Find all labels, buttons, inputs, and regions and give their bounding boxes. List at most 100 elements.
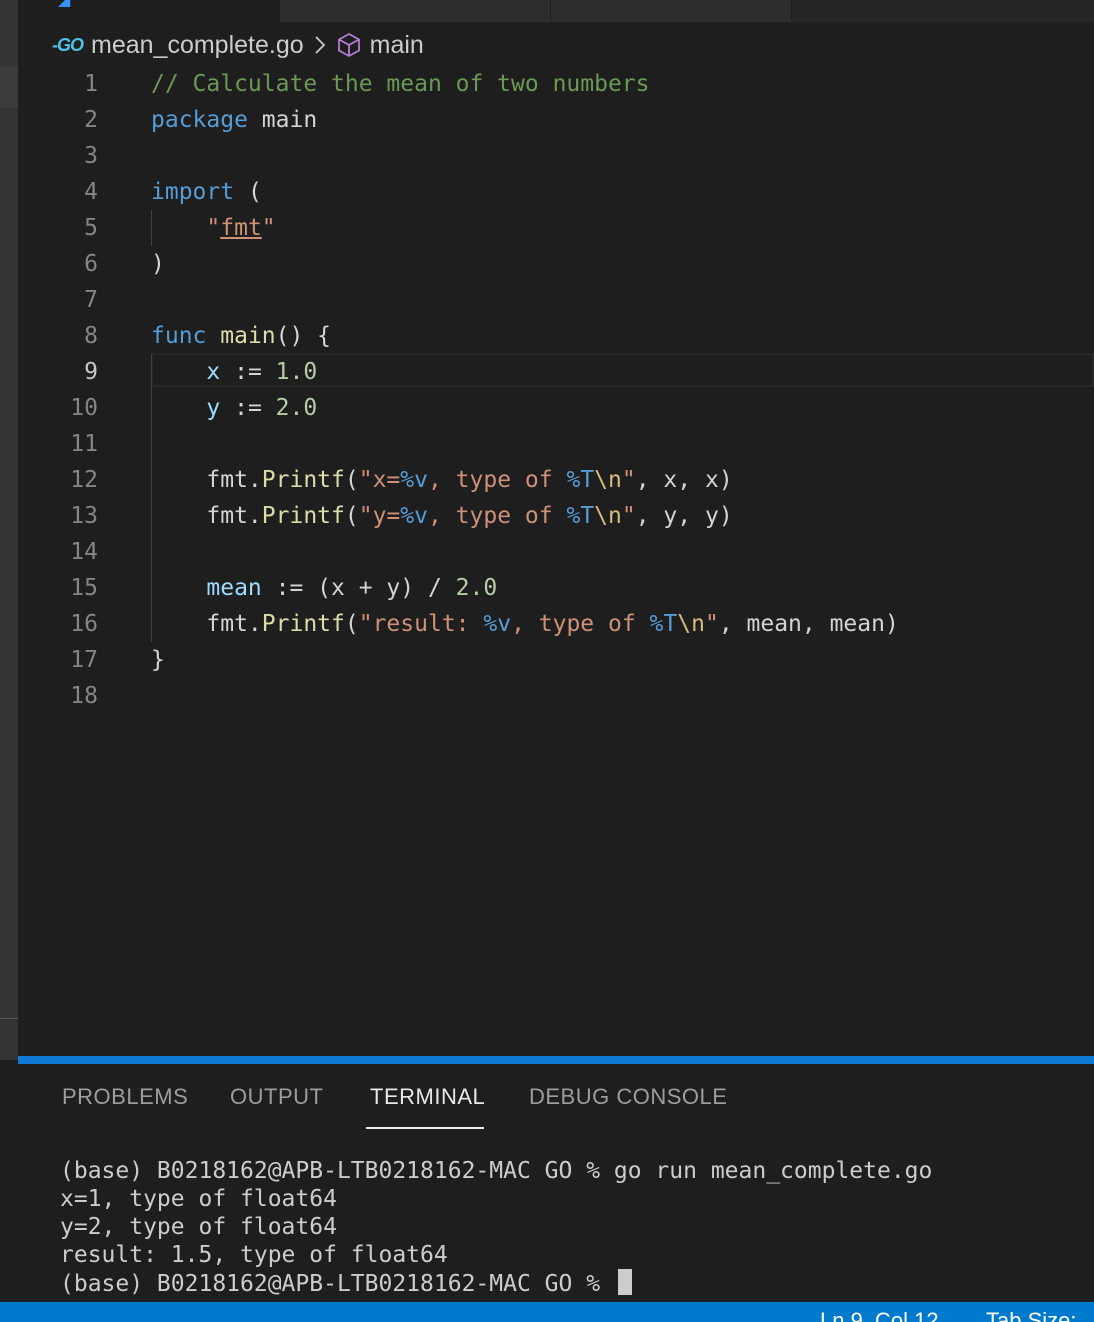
- code-token: :=: [220, 395, 276, 421]
- tab-problems[interactable]: PROBLEMS: [62, 1084, 188, 1110]
- code-token: ": [206, 215, 221, 241]
- terminal-line: result: 1.5, type of float64: [60, 1242, 448, 1268]
- code-token: mean: [206, 575, 262, 601]
- code-token: y: [206, 395, 221, 421]
- code-token: , y, y): [635, 503, 733, 529]
- code-token: fmt.: [206, 611, 262, 637]
- line-number: 17: [70, 647, 98, 673]
- cube-icon: [336, 32, 362, 58]
- code-token: }: [151, 647, 165, 673]
- code-token: Printf: [261, 611, 345, 637]
- code-line: 10 y := 2.0: [18, 390, 1094, 426]
- tab-debug-console[interactable]: DEBUG CONSOLE: [529, 1084, 727, 1110]
- code-token: "y=: [358, 503, 401, 529]
- activity-divider: [0, 1018, 18, 1019]
- breadcrumb: -GO mean_complete.go main: [52, 29, 424, 61]
- code-token: , type of: [427, 467, 567, 493]
- go-file-icon: -GO: [52, 34, 84, 55]
- editor-tab-2[interactable]: [280, 0, 551, 22]
- code-token: %T: [566, 503, 595, 529]
- line-number: 15: [70, 575, 98, 601]
- line-number: 3: [84, 143, 98, 169]
- tab-terminal[interactable]: TERMINAL: [370, 1084, 485, 1110]
- code-token: , x, x): [635, 467, 733, 493]
- active-tab-indicator: [366, 1127, 484, 1129]
- terminal-cursor: [617, 1269, 632, 1295]
- code-token: %T: [566, 467, 595, 493]
- code-line: 17 }: [18, 642, 1094, 678]
- line-number: 8: [84, 323, 98, 349]
- line-number: 9: [84, 359, 98, 385]
- code-token: ": [621, 503, 636, 529]
- code-line: 9 x := 1.0: [18, 354, 1094, 390]
- code-token: fmt: [220, 215, 262, 241]
- code-token: ": [261, 215, 276, 241]
- line-number: 11: [70, 431, 98, 457]
- code-token: \n: [594, 503, 622, 529]
- code-token: (: [344, 503, 359, 529]
- code-token: import: [151, 179, 235, 205]
- code-token: %v: [400, 503, 428, 529]
- line-number: 12: [70, 467, 98, 493]
- code-editor[interactable]: 1 // Calculate the mean of two numbers 2…: [18, 66, 1094, 1056]
- line-number: 13: [70, 503, 98, 529]
- activity-bar: [0, 0, 18, 1060]
- panel-sash[interactable]: [18, 1056, 1094, 1064]
- code-line: 11: [18, 426, 1094, 462]
- code-token: package: [151, 107, 248, 133]
- editor-tab-3[interactable]: [551, 0, 792, 22]
- code-token: \n: [594, 467, 622, 493]
- code-token: (: [344, 611, 359, 637]
- status-tab-size[interactable]: Tab Size:: [986, 1308, 1077, 1322]
- code-line: 4 import (: [18, 174, 1094, 210]
- line-number: 2: [84, 107, 98, 133]
- code-token: %v: [483, 611, 512, 637]
- tab-output[interactable]: OUTPUT: [230, 1084, 323, 1110]
- breadcrumb-symbol[interactable]: main: [370, 31, 424, 60]
- line-number: 16: [70, 611, 98, 637]
- code-token: := (x + y) /: [261, 575, 456, 601]
- code-token: , type of: [427, 503, 567, 529]
- tab-file-icon: ◢: [58, 0, 71, 9]
- code-token: :=: [220, 359, 276, 385]
- status-cursor-position[interactable]: Ln 9, Col 12: [820, 1308, 939, 1322]
- code-token: , mean, mean): [718, 611, 899, 637]
- code-token: fmt.: [206, 467, 262, 493]
- code-token: x: [206, 359, 221, 385]
- terminal-line: y=2, type of float64: [60, 1214, 337, 1240]
- code-token: %T: [649, 611, 678, 637]
- code-line: 8 func main() {: [18, 318, 1094, 354]
- code-token: "result:: [358, 611, 484, 637]
- code-line: 15 mean := (x + y) / 2.0: [18, 570, 1094, 606]
- code-token: %v: [400, 467, 428, 493]
- code-token: Printf: [261, 503, 345, 529]
- line-number: 1: [84, 71, 98, 97]
- code-line: 2 package main: [18, 102, 1094, 138]
- code-line: 12 fmt.Printf("x=%v, type of %T\n", x, x…: [18, 462, 1094, 498]
- line-number: 4: [84, 179, 98, 205]
- terminal-output[interactable]: (base) B0218162@APB-LTB0218162-MAC GO % …: [60, 1157, 932, 1298]
- line-number: 7: [84, 287, 98, 313]
- bottom-panel: PROBLEMS OUTPUT TERMINAL DEBUG CONSOLE (…: [18, 1064, 1094, 1302]
- editor-tab-1[interactable]: ◢: [18, 0, 281, 22]
- code-token: "x=: [358, 467, 401, 493]
- code-token: 2.0: [275, 395, 318, 421]
- code-token: (: [344, 467, 359, 493]
- code-token: \n: [677, 611, 705, 637]
- code-token: // Calculate the mean of two numbers: [151, 71, 650, 97]
- code-token: 1.0: [275, 359, 318, 385]
- terminal-line: (base) B0218162@APB-LTB0218162-MAC GO % …: [60, 1158, 933, 1184]
- code-token: func: [151, 323, 207, 349]
- code-line: 1 // Calculate the mean of two numbers: [18, 66, 1094, 102]
- code-token: main: [247, 107, 318, 133]
- line-number: 5: [84, 215, 98, 241]
- line-number: 18: [70, 683, 98, 709]
- terminal-line: x=1, type of float64: [60, 1186, 337, 1212]
- code-line: 3: [18, 138, 1094, 174]
- code-token: Printf: [261, 467, 345, 493]
- code-line: 16 fmt.Printf("result: %v, type of %T\n"…: [18, 606, 1094, 642]
- code-token: (: [234, 179, 262, 205]
- activity-active-indicator: [0, 66, 18, 108]
- breadcrumb-file[interactable]: mean_complete.go: [91, 31, 304, 60]
- line-number: 14: [70, 539, 98, 565]
